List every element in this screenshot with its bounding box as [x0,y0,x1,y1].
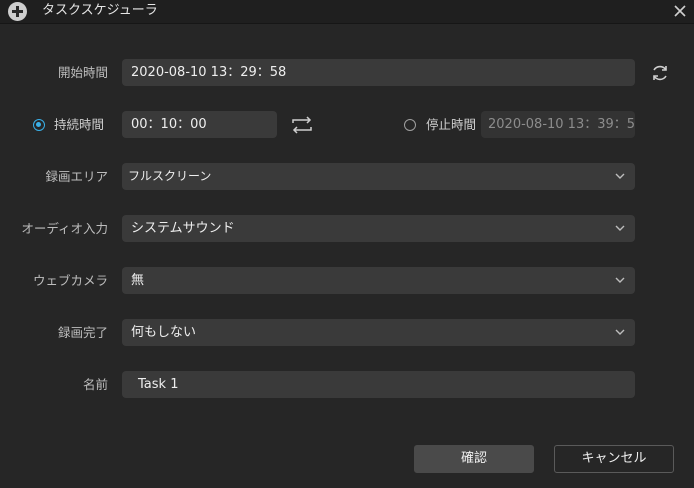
webcam-select[interactable]: 無 [122,267,635,294]
on-complete-select[interactable]: 何もしない [122,319,635,346]
close-button[interactable] [670,1,690,21]
window-title: タスクスケジューラ [42,3,158,18]
refresh-button[interactable] [649,62,671,84]
on-complete-value: 何もしない [131,325,197,340]
webcam-value: 無 [131,273,145,288]
start-time-field[interactable]: 2020-08-10 13：29：58 [122,59,635,86]
chevron-down-icon [615,173,625,179]
webcam-label: ウェブカメラ [32,273,108,288]
confirm-button[interactable]: 確認 [414,445,534,473]
stop-time-label: 停止時間 [426,117,477,132]
record-area-label: 録画エリア [45,169,108,184]
stop-time-field[interactable]: 2020-08-10 13：39：58 [481,111,635,138]
chevron-down-icon [615,225,625,231]
duration-radio[interactable] [33,119,45,131]
stop-time-radio[interactable] [404,119,416,131]
add-icon [8,2,27,21]
swap-arrows-icon [292,116,312,134]
chevron-down-icon [615,277,625,283]
name-field[interactable]: Task 1 [122,371,635,398]
audio-input-label: オーディオ入力 [21,221,108,236]
close-icon [674,5,686,17]
audio-input-select[interactable]: システムサウンド [122,215,635,242]
name-label: 名前 [82,377,108,392]
start-time-label: 開始時間 [57,65,108,80]
cancel-button[interactable]: キャンセル [554,445,674,473]
duration-field[interactable]: 00：10：00 [122,111,277,138]
refresh-icon [653,65,667,81]
record-area-value: フルスクリーン [128,169,212,183]
swap-button[interactable] [290,115,314,135]
chevron-down-icon [615,329,625,335]
record-area-select[interactable]: フルスクリーン [122,163,635,190]
duration-label: 持続時間 [54,117,105,132]
audio-input-value: システムサウンド [131,221,235,236]
title-bar: タスクスケジューラ [0,0,694,24]
on-complete-label: 録画完了 [57,325,108,340]
